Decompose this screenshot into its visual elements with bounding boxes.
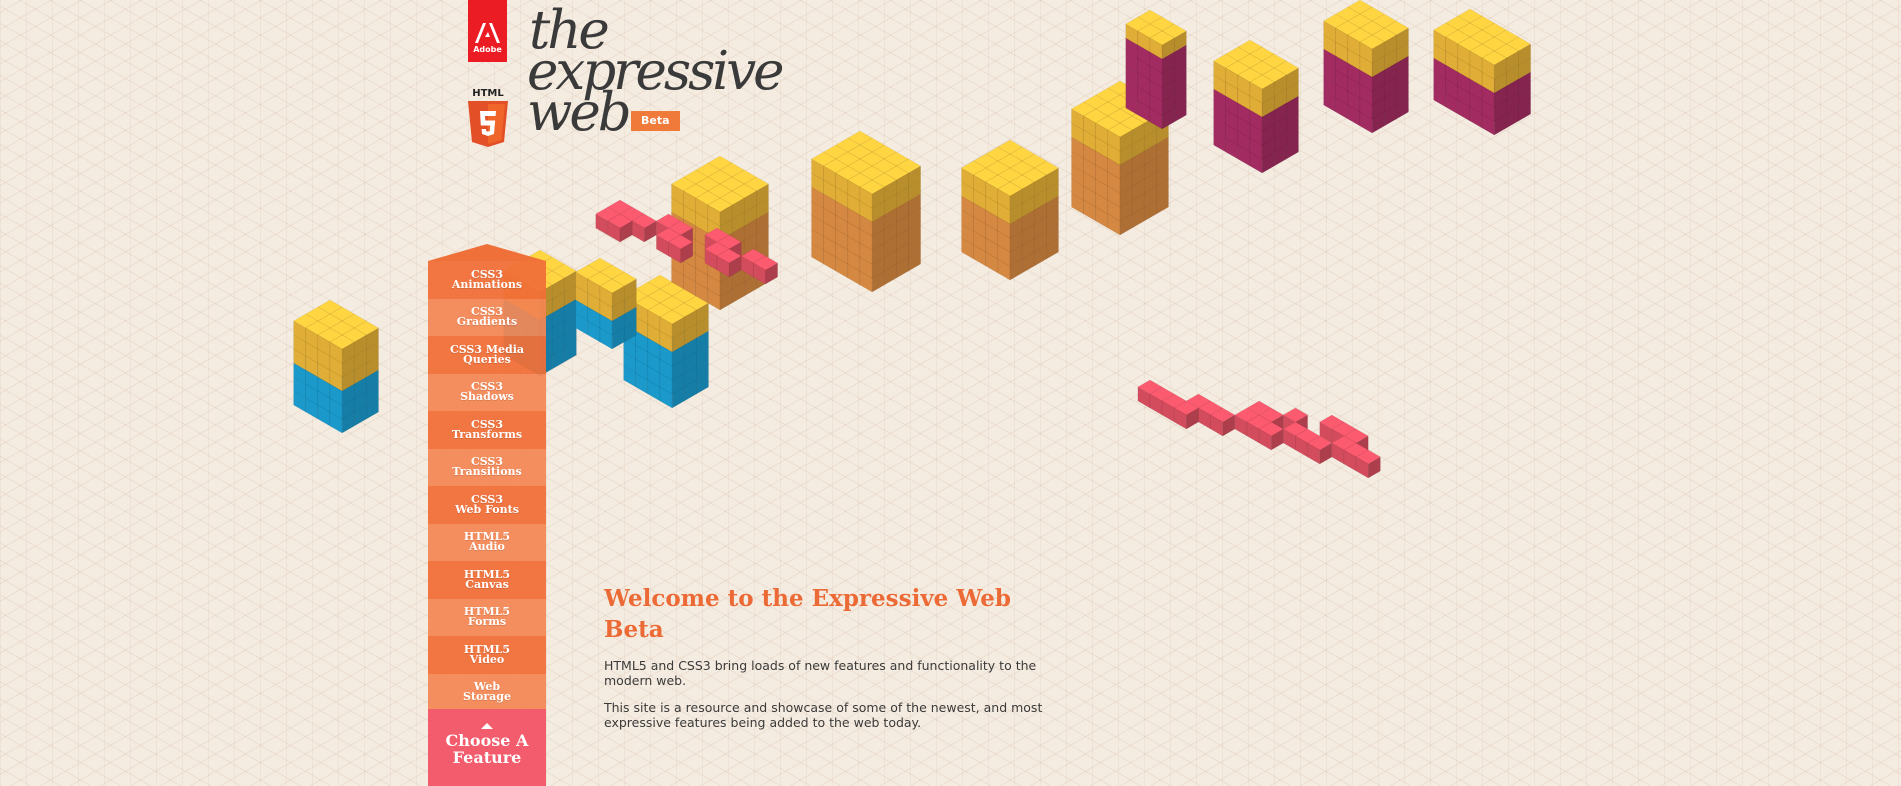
menu-item-css3-media-queries[interactable]: CSS3 Media Queries: [428, 336, 546, 374]
menu-item-label: HTML5 Video: [463, 642, 511, 666]
choose-feature-label: Choose A Feature: [445, 731, 529, 767]
feature-menu: CSS3 Animations CSS3 Gradients CSS3 Medi…: [428, 244, 546, 786]
menu-item-html5-video[interactable]: HTML5 Video: [428, 636, 546, 674]
menu-item-css3-transforms[interactable]: CSS3 Transforms: [428, 411, 546, 449]
welcome-paragraph: HTML5 and CSS3 bring loads of new featur…: [604, 658, 1037, 688]
menu-item-label: HTML5 Audio: [463, 530, 511, 554]
html5-shield-icon: [468, 101, 508, 147]
feature-menu-list: CSS3 Animations CSS3 Gradients CSS3 Medi…: [428, 261, 546, 711]
menu-item-html5-forms[interactable]: HTML5 Forms: [428, 598, 546, 636]
welcome-heading: Welcome to the Expressive Web Beta: [604, 585, 1011, 643]
menu-item-css3-animations[interactable]: CSS3 Animations: [428, 261, 546, 299]
menu-item-web-storage[interactable]: Web Storage: [428, 673, 546, 711]
menu-item-label: HTML5 Forms: [463, 605, 511, 629]
menu-item-label: CSS3 Transforms: [451, 417, 523, 441]
welcome-section: Welcome to the Expressive Web Beta HTML5…: [604, 583, 1044, 742]
beta-badge: Beta: [631, 111, 680, 131]
html5-wordmark: HTML: [472, 88, 504, 99]
menu-item-label: CSS3 Gradients: [456, 305, 518, 329]
menu-item-css3-shadows[interactable]: CSS3 Shadows: [428, 373, 546, 411]
adobe-wordmark: Adobe: [473, 45, 502, 54]
menu-item-label: Web Storage: [463, 680, 511, 704]
adobe-logo[interactable]: Adobe: [468, 0, 507, 62]
arrow-up-icon: [481, 723, 493, 729]
welcome-paragraph: This site is a resource and showcase of …: [604, 700, 1043, 730]
menu-item-label: CSS3 Transitions: [452, 455, 522, 479]
menu-top-cap: [428, 244, 546, 261]
menu-item-html5-audio[interactable]: HTML5 Audio: [428, 523, 546, 561]
menu-item-label: CSS3 Web Fonts: [455, 492, 519, 516]
menu-item-css3-web-fonts[interactable]: CSS3 Web Fonts: [428, 486, 546, 524]
menu-item-css3-transitions[interactable]: CSS3 Transitions: [428, 448, 546, 486]
menu-item-css3-gradients[interactable]: CSS3 Gradients: [428, 298, 546, 336]
html5-logo[interactable]: HTML: [466, 88, 510, 148]
menu-item-label: CSS3 Media Queries: [449, 342, 525, 366]
adobe-a-icon: [475, 23, 500, 43]
choose-feature-button[interactable]: Choose A Feature: [428, 709, 546, 786]
menu-item-label: HTML5 Canvas: [463, 567, 511, 591]
menu-item-label: CSS3 Shadows: [460, 380, 514, 404]
menu-item-html5-canvas[interactable]: HTML5 Canvas: [428, 561, 546, 599]
menu-item-label: CSS3 Animations: [451, 267, 523, 291]
